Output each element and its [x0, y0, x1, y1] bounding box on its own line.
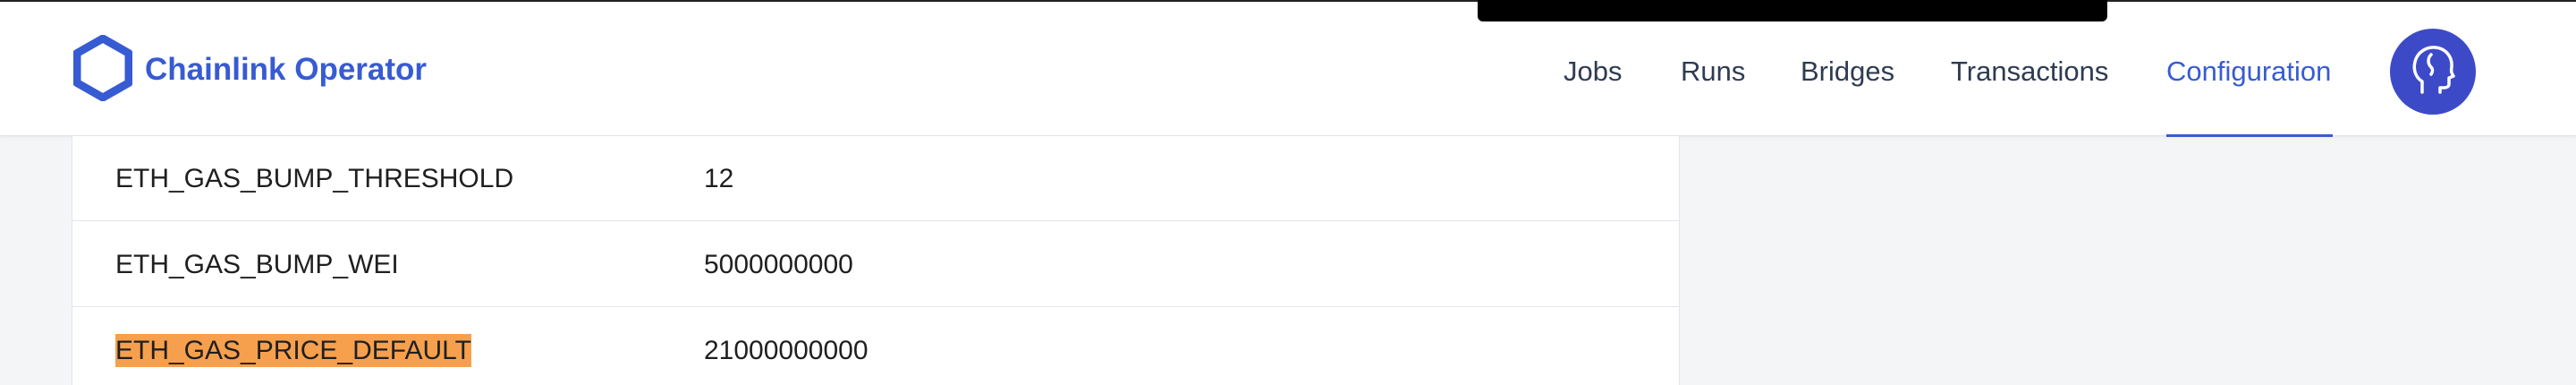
active-nav-indicator — [2166, 134, 2333, 137]
user-head-icon — [2408, 42, 2458, 102]
brand-name: Chainlink Operator — [145, 52, 428, 87]
config-table: ETH_GAS_BUMP_THRESHOLD 12 ETH_GAS_BUMP_W… — [72, 136, 1680, 385]
config-key: ETH_GAS_BUMP_THRESHOLD — [115, 164, 514, 193]
nav-item-configuration[interactable]: Configuration — [2166, 54, 2331, 90]
table-row: ETH_GAS_BUMP_WEI 5000000000 — [72, 222, 1679, 307]
user-avatar-button[interactable] — [2390, 29, 2476, 115]
config-value: 21000000000 — [704, 336, 869, 365]
top-navbar: Chainlink Operator Jobs Runs Bridges Tra… — [0, 2, 2576, 137]
config-key: ETH_GAS_PRICE_DEFAULT — [115, 308, 471, 385]
brand-logo[interactable]: Chainlink Operator — [72, 34, 428, 106]
search-highlight: ETH_GAS_PRICE_DEFAULT — [115, 334, 471, 367]
nav-item-transactions[interactable]: Transactions — [1951, 54, 2108, 90]
config-value: 5000000000 — [704, 250, 853, 279]
overlay-toolbar — [1478, 0, 2107, 21]
config-key: ETH_GAS_BUMP_WEI — [115, 250, 399, 279]
config-value: 12 — [704, 164, 734, 193]
nav-item-bridges[interactable]: Bridges — [1801, 54, 1894, 90]
nav-item-jobs[interactable]: Jobs — [1563, 54, 1622, 90]
nav-item-runs[interactable]: Runs — [1681, 54, 1745, 90]
table-row: ETH_GAS_PRICE_DEFAULT 21000000000 — [72, 308, 1679, 385]
chainlink-hexagon-icon — [72, 34, 133, 106]
table-row: ETH_GAS_BUMP_THRESHOLD 12 — [72, 136, 1679, 221]
